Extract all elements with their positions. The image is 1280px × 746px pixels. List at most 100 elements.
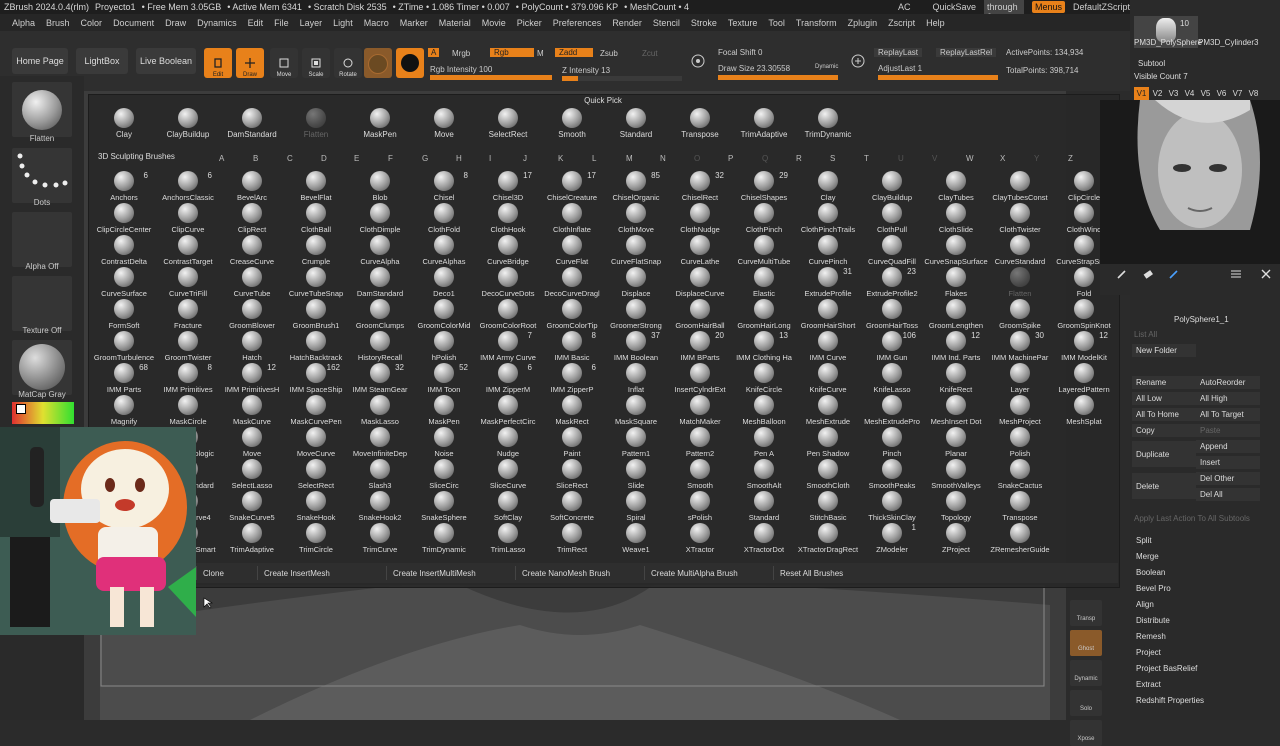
subtool-bevel-pro[interactable]: Bevel Pro — [1136, 584, 1171, 593]
color-picker[interactable] — [12, 402, 74, 424]
brush-clothhook[interactable]: ClothHook — [476, 202, 540, 234]
menu-transform[interactable]: Transform — [796, 18, 837, 28]
edit-button[interactable]: Edit — [204, 48, 232, 78]
brush-groomhairtoss[interactable]: GroomHairToss — [860, 298, 924, 330]
brush-maskcurvepen[interactable]: MaskCurvePen — [284, 394, 348, 426]
brush-clothfold[interactable]: ClothFold — [412, 202, 476, 234]
brush-clay[interactable]: Clay — [796, 170, 860, 202]
v1-button[interactable]: V1 — [1134, 87, 1149, 100]
z-intensity-bar[interactable] — [562, 76, 682, 81]
brush-meshsplat[interactable]: MeshSplat — [1052, 394, 1116, 426]
subtool-project[interactable]: Project — [1136, 648, 1161, 657]
canvas-tool-dynamic[interactable]: Dynamic — [1070, 660, 1102, 686]
letter-filter-x[interactable]: X — [1000, 154, 1005, 163]
rename-button[interactable]: Rename — [1132, 376, 1196, 389]
brush-selectrect[interactable]: SelectRect — [284, 458, 348, 490]
brush-chiselcreature[interactable]: ChiselCreature 17 — [540, 170, 604, 202]
brush-clipcirclecenter[interactable]: ClipCircleCenter — [92, 202, 156, 234]
menu-icon[interactable] — [1230, 268, 1242, 280]
list-all-button[interactable]: List All — [1134, 330, 1157, 339]
all-low-button[interactable]: All Low — [1132, 392, 1196, 405]
brush-groomerstrong[interactable]: GroomerStrong — [604, 298, 668, 330]
brush-imm-ind-parts[interactable]: IMM Ind. Parts 12 — [924, 330, 988, 362]
visible-count[interactable]: Visible Count 7 — [1134, 72, 1188, 81]
quick-pick-clay[interactable]: Clay — [94, 108, 154, 144]
brush-trimadaptive[interactable]: TrimAdaptive — [220, 522, 284, 554]
brush-clothnudge[interactable]: ClothNudge — [668, 202, 732, 234]
subtool-distribute[interactable]: Distribute — [1136, 616, 1170, 625]
replaylast-button[interactable]: ReplayLast — [874, 48, 923, 57]
brush-polish[interactable]: Polish — [988, 426, 1052, 458]
brush-fracture[interactable]: Fracture — [156, 298, 220, 330]
brush-curvesnapsurface[interactable]: CurveSnapSurface — [924, 234, 988, 266]
brush-clothpinch[interactable]: ClothPinch — [732, 202, 796, 234]
brush-bevelflat[interactable]: BevelFlat — [284, 170, 348, 202]
rgb-toggle[interactable]: Rgb — [490, 48, 534, 57]
replay-icon[interactable] — [850, 53, 866, 69]
letter-filter-p[interactable]: P — [728, 154, 733, 163]
letter-filter-s[interactable]: S — [830, 154, 835, 163]
letter-filter-z[interactable]: Z — [1068, 154, 1073, 163]
brush-snakehook2[interactable]: SnakeHook2 — [348, 490, 412, 522]
brush-groomcolortip[interactable]: GroomColorTip — [540, 298, 604, 330]
all-high-button[interactable]: All High — [1196, 392, 1260, 405]
brush-layer[interactable]: Layer — [988, 362, 1052, 394]
quick-pick-move[interactable]: Move — [414, 108, 474, 144]
brush-groomhairball[interactable]: GroomHairBall — [668, 298, 732, 330]
sculpt-model[interactable] — [100, 585, 1050, 720]
copy-button[interactable]: Copy — [1132, 424, 1196, 437]
brush-smoothalt[interactable]: SmoothAlt — [732, 458, 796, 490]
menu-draw[interactable]: Draw — [165, 18, 186, 28]
menu-edit[interactable]: Edit — [248, 18, 264, 28]
quicksave-button[interactable]: QuickSave — [933, 2, 977, 12]
letter-filter-i[interactable]: I — [489, 154, 491, 163]
zadd-toggle[interactable]: Zadd — [555, 48, 593, 57]
brush-elastic[interactable]: Elastic — [732, 266, 796, 298]
action-clone[interactable]: Clone — [196, 566, 257, 580]
project-name[interactable]: Proyecto1 — [95, 2, 136, 12]
brush-xtractor[interactable]: XTractor — [668, 522, 732, 554]
brush-decocurvedragl[interactable]: DecoCurveDragl — [540, 266, 604, 298]
letter-filter-y[interactable]: Y — [1034, 154, 1039, 163]
autoreorder-button[interactable]: AutoReorder — [1196, 376, 1260, 389]
quick-pick-trimdynamic[interactable]: TrimDynamic — [798, 108, 858, 144]
home-page-button[interactable]: Home Page — [12, 48, 68, 74]
brush-clothball[interactable]: ClothBall — [284, 202, 348, 234]
brush-damstandard[interactable]: DamStandard — [348, 266, 412, 298]
brush-claybuildup[interactable]: ClayBuildup — [860, 170, 924, 202]
menu-preferences[interactable]: Preferences — [553, 18, 602, 28]
brush-contrastdelta[interactable]: ContrastDelta — [92, 234, 156, 266]
brush-matchmaker[interactable]: MatchMaker — [668, 394, 732, 426]
draw-size-bar[interactable] — [718, 75, 838, 80]
brush-curvebridge[interactable]: CurveBridge — [476, 234, 540, 266]
brush-slicecirc[interactable]: SliceCirc — [412, 458, 476, 490]
quick-pick-claybuildup[interactable]: ClayBuildup — [158, 108, 218, 144]
brush-insertcylndrext[interactable]: InsertCylndrExt — [668, 362, 732, 394]
brush-stitchbasic[interactable]: StitchBasic — [796, 490, 860, 522]
rgb-intensity-slider[interactable]: Rgb Intensity 100 — [430, 65, 492, 74]
menu-material[interactable]: Material — [439, 18, 471, 28]
move-button[interactable]: Move — [270, 48, 298, 78]
brush-maskperfectcirc[interactable]: MaskPerfectCirc — [476, 394, 540, 426]
duplicate-button[interactable]: Duplicate — [1132, 441, 1196, 467]
brush-hpolish[interactable]: hPolish — [412, 330, 476, 362]
brush-displacecurve[interactable]: DisplaceCurve — [668, 266, 732, 298]
letter-filter-u[interactable]: U — [898, 154, 904, 163]
brush-thickskinclay[interactable]: ThickSkinClay — [860, 490, 924, 522]
brush-clothinflate[interactable]: ClothInflate — [540, 202, 604, 234]
draw-button[interactable]: Draw — [236, 48, 264, 78]
all-to-target-button[interactable]: All To Target — [1196, 408, 1260, 421]
brush-extrudeprofile[interactable]: ExtrudeProfile 31 — [796, 266, 860, 298]
menu-light[interactable]: Light — [333, 18, 353, 28]
menu-stencil[interactable]: Stencil — [653, 18, 680, 28]
canvas-tool-xpose[interactable]: Xpose — [1070, 720, 1102, 746]
menu-picker[interactable]: Picker — [517, 18, 542, 28]
brush-zremesherguide[interactable]: ZRemesherGuide — [988, 522, 1052, 554]
m-toggle[interactable]: M — [537, 49, 544, 58]
scale-button[interactable]: Scale — [302, 48, 330, 78]
brush-trimdynamic[interactable]: TrimDynamic — [412, 522, 476, 554]
close-icon[interactable] — [1260, 268, 1272, 280]
mrgb-toggle[interactable]: Mrgb — [452, 49, 470, 58]
brush-imm-primitivesh[interactable]: IMM PrimitivesH 12 — [220, 362, 284, 394]
brush-decocurvedots[interactable]: DecoCurveDots — [476, 266, 540, 298]
